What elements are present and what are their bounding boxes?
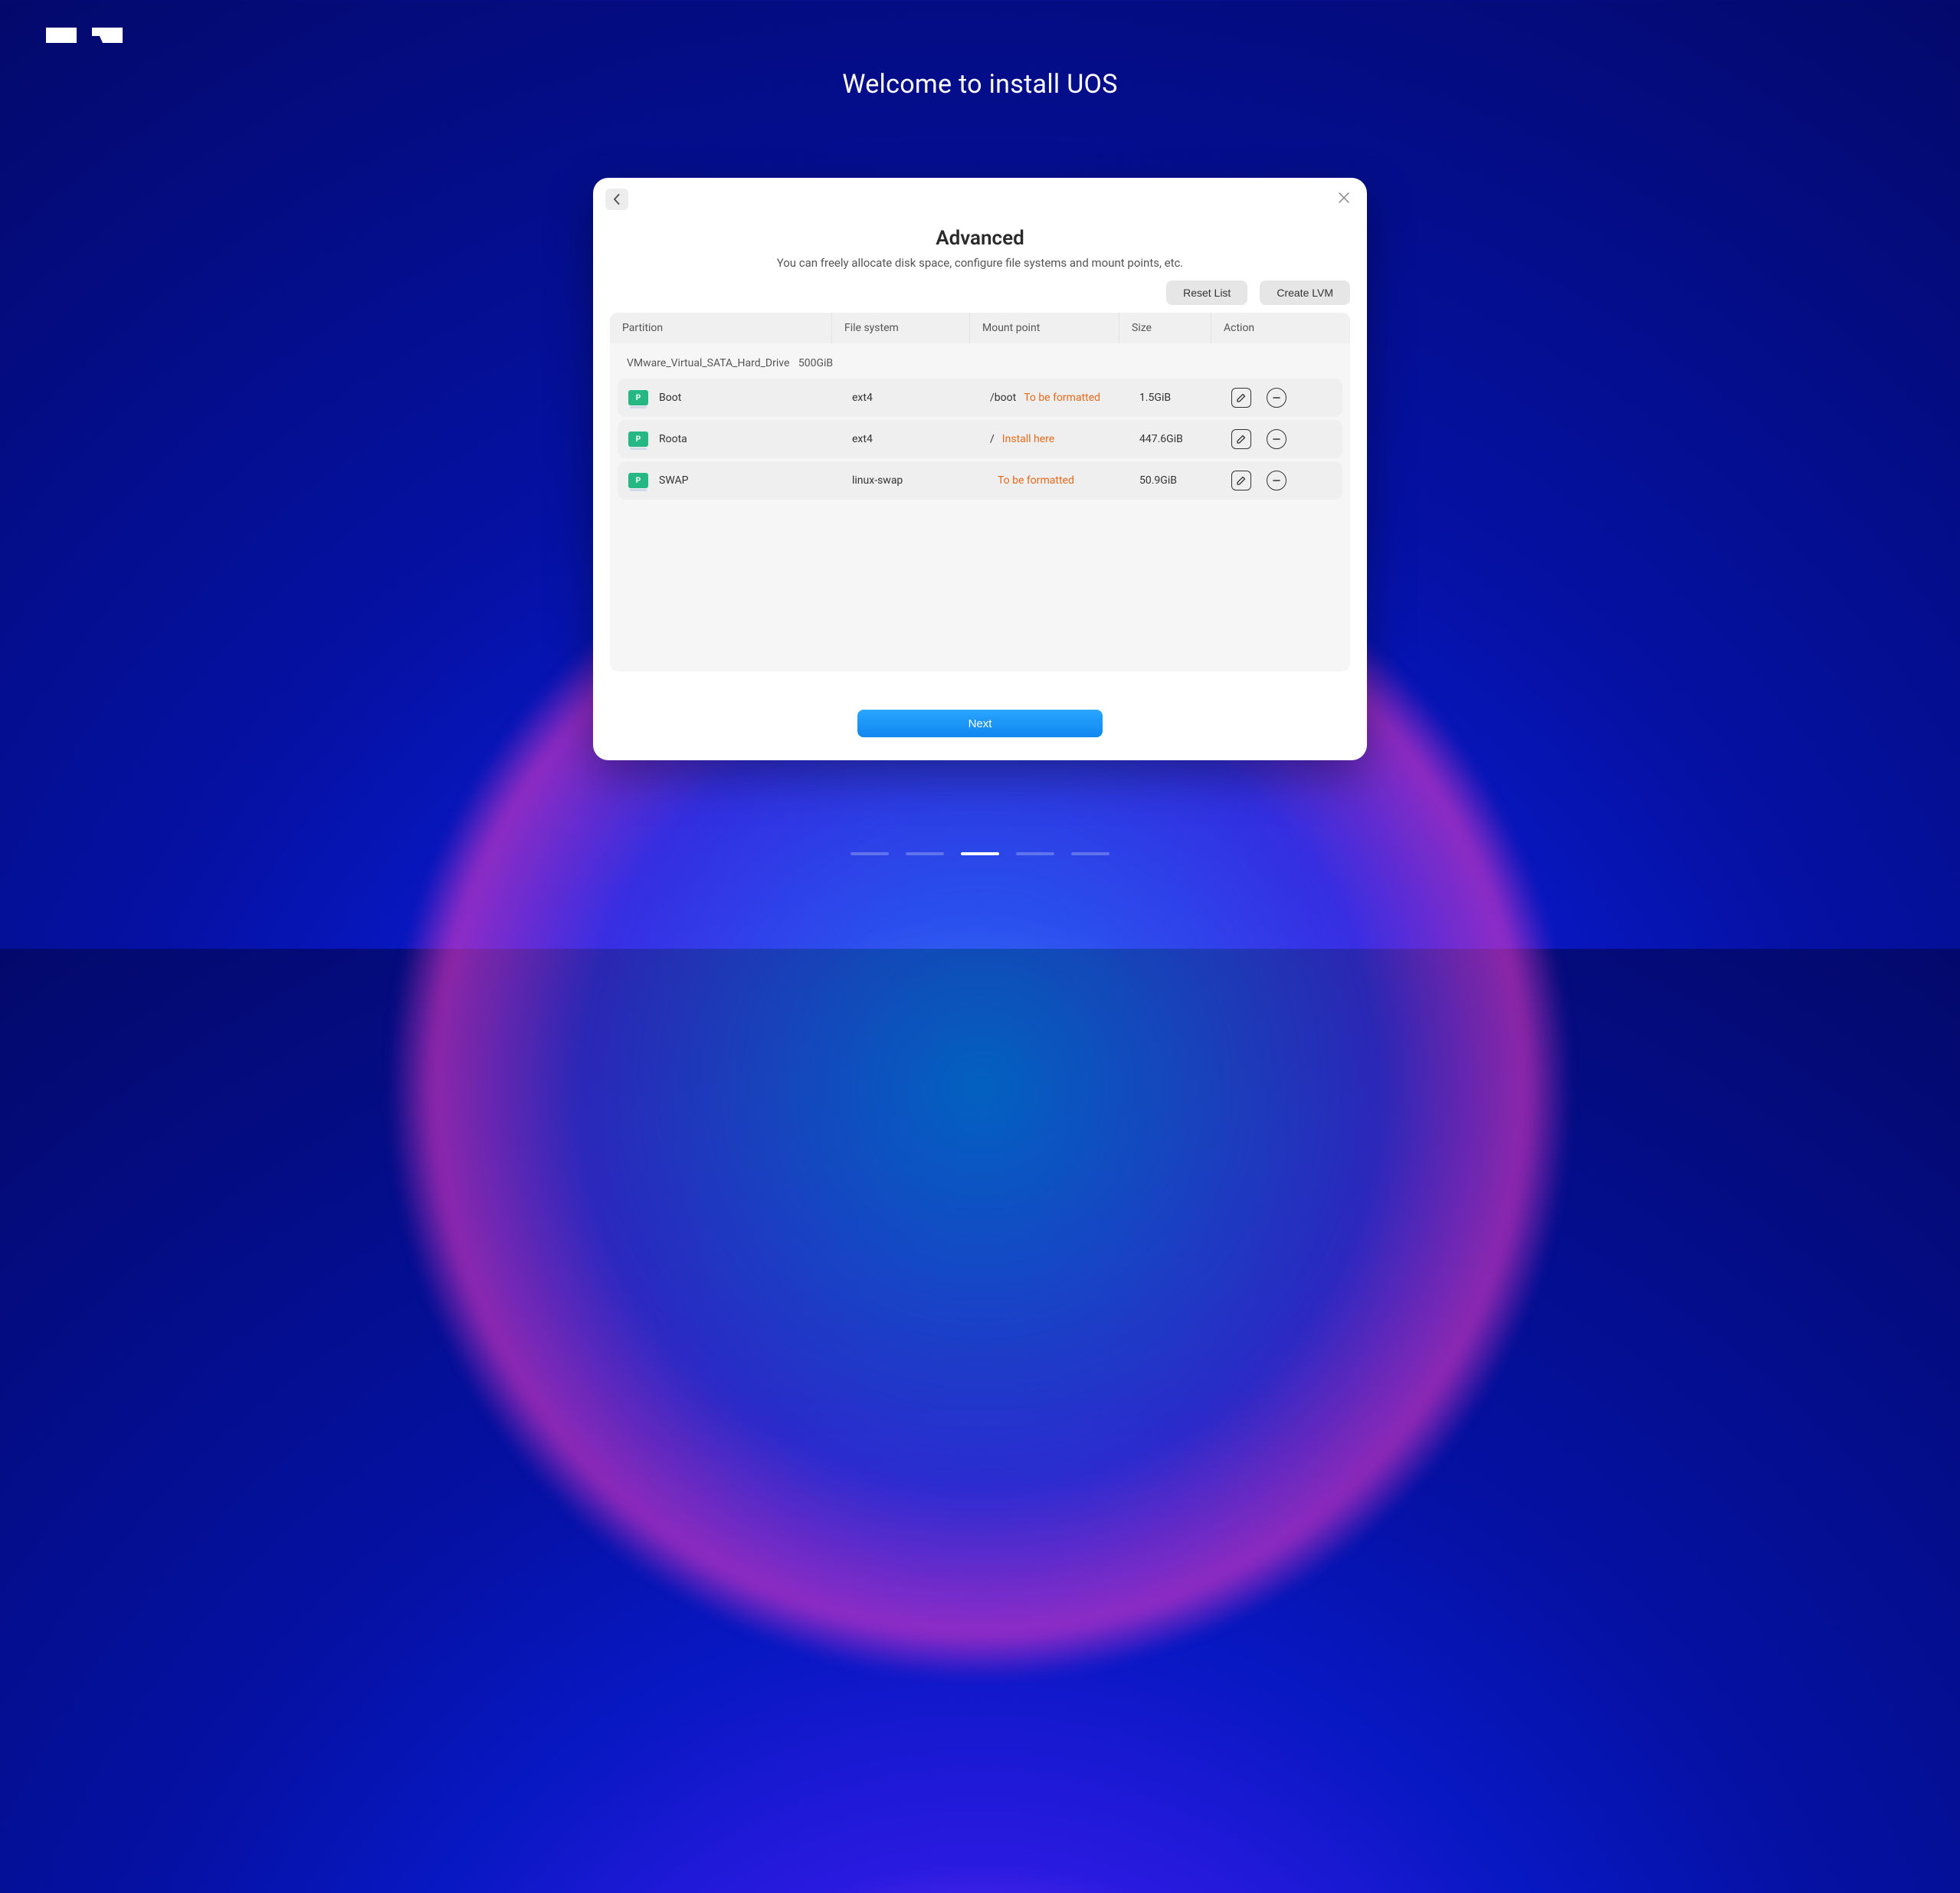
step-dot: [851, 852, 889, 855]
advanced-dialog: Advanced You can freely allocate disk sp…: [593, 178, 1367, 760]
step-dot: [906, 852, 944, 855]
step-dot: [1016, 852, 1054, 855]
reset-list-button[interactable]: Reset List: [1166, 281, 1247, 305]
drive-size: 500GiB: [798, 357, 833, 369]
partition-status: To be formatted: [1024, 392, 1100, 404]
brand-block-a: [46, 28, 77, 43]
partition-name: SWAP: [659, 474, 688, 487]
chevron-left-icon: [613, 194, 621, 205]
create-lvm-button[interactable]: Create LVM: [1260, 281, 1350, 305]
partition-icon: P: [627, 386, 650, 409]
col-header-action: Action: [1211, 313, 1350, 343]
remove-partition-button[interactable]: [1267, 429, 1286, 449]
step-indicator: [851, 852, 1109, 855]
col-header-size: Size: [1119, 313, 1211, 343]
partition-mount: /boot To be formatted: [978, 379, 1127, 417]
partition-icon: P: [627, 469, 650, 492]
col-header-partition: Partition: [610, 313, 832, 343]
col-header-filesystem: File system: [832, 313, 970, 343]
back-button[interactable]: [605, 189, 628, 210]
remove-partition-button[interactable]: [1267, 471, 1286, 490]
partition-fs: ext4: [840, 420, 978, 458]
partition-name: Boot: [659, 392, 681, 404]
step-dot: [961, 852, 999, 855]
edit-icon: [1236, 434, 1247, 445]
partition-row[interactable]: P SWAP linux-swap To be formatted 50.9Gi…: [618, 461, 1342, 500]
page-headline: Welcome to install UOS: [842, 69, 1117, 100]
minus-icon: [1271, 434, 1282, 445]
minus-icon: [1271, 475, 1282, 486]
partition-row[interactable]: P Boot ext4 /boot To be formatted 1.5GiB: [618, 379, 1342, 417]
step-dot: [1071, 852, 1109, 855]
partition-size: 447.6GiB: [1127, 420, 1219, 458]
drive-row: VMware_Virtual_SATA_Hard_Drive 500GiB: [610, 343, 1350, 376]
close-icon: [1339, 192, 1349, 203]
partition-row[interactable]: P Roota ext4 / Install here 447.6GiB: [618, 420, 1342, 458]
partition-table: Partition File system Mount point Size A…: [610, 313, 1350, 671]
partition-name: Roota: [659, 433, 687, 445]
partition-fs: ext4: [840, 379, 978, 417]
col-header-mount: Mount point: [970, 313, 1119, 343]
partition-mount: To be formatted: [978, 461, 1127, 500]
dialog-title: Advanced: [593, 227, 1367, 250]
partition-status: To be formatted: [998, 474, 1074, 487]
partition-mount: / Install here: [978, 420, 1127, 458]
edit-partition-button[interactable]: [1231, 429, 1251, 449]
partition-size: 1.5GiB: [1127, 379, 1219, 417]
brand-block-b: [92, 28, 123, 43]
next-button[interactable]: Next: [857, 710, 1103, 737]
remove-partition-button[interactable]: [1267, 388, 1286, 408]
dialog-subtitle: You can freely allocate disk space, conf…: [593, 256, 1367, 270]
partition-fs: linux-swap: [840, 461, 978, 500]
edit-icon: [1236, 475, 1247, 486]
edit-icon: [1236, 392, 1247, 403]
partition-size: 50.9GiB: [1127, 461, 1219, 500]
table-header: Partition File system Mount point Size A…: [610, 313, 1350, 343]
partition-icon: P: [627, 428, 650, 451]
branding-blocks: [46, 28, 123, 43]
minus-icon: [1271, 392, 1282, 403]
edit-partition-button[interactable]: [1231, 388, 1251, 408]
close-button[interactable]: [1335, 189, 1353, 207]
edit-partition-button[interactable]: [1231, 471, 1251, 490]
partition-status: Install here: [1002, 433, 1054, 445]
drive-name: VMware_Virtual_SATA_Hard_Drive: [627, 357, 789, 369]
